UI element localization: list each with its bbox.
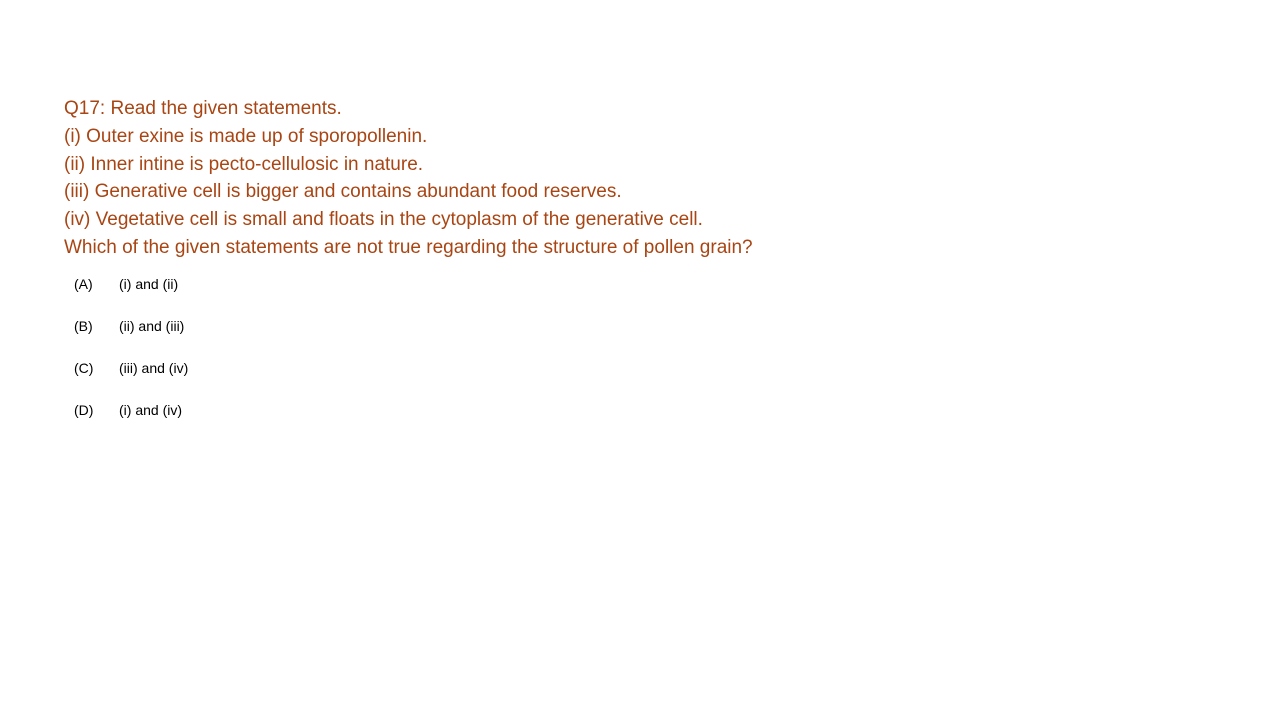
option-letter: (C) [74, 360, 94, 376]
option-d[interactable]: (D) (i) and (iv) [74, 400, 188, 442]
option-text: (i) and (ii) [119, 276, 179, 292]
option-text: (ii) and (iii) [119, 318, 185, 334]
option-letter: (A) [74, 276, 93, 292]
option-c[interactable]: (C) (iii) and (iv) [74, 358, 188, 400]
option-letter: (D) [74, 402, 94, 418]
slide: Q17: Read the given statements. (i) Oute… [0, 0, 1280, 720]
statement-iii: (iii) Generative cell is bigger and cont… [64, 181, 622, 203]
option-text: (i) and (iv) [119, 402, 183, 418]
question-prompt: Which of the given statements are not tr… [64, 236, 753, 258]
statement-iv: (iv) Vegetative cell is small and floats… [64, 209, 703, 231]
option-text: (iii) and (iv) [119, 360, 189, 376]
option-b[interactable]: (B) (ii) and (iii) [74, 316, 188, 358]
answer-options: (A) (i) and (ii) (B) (ii) and (iii) (C) … [74, 274, 188, 442]
option-a[interactable]: (A) (i) and (ii) [74, 274, 188, 316]
option-letter: (B) [74, 318, 93, 334]
statement-ii: (ii) Inner intine is pecto-cellulosic in… [64, 153, 424, 175]
statement-i: (i) Outer exine is made up of sporopolle… [64, 125, 428, 147]
question-title: Q17: Read the given statements. [64, 98, 342, 119]
question-block: Q17: Read the given statements. (i) Oute… [64, 95, 1244, 262]
